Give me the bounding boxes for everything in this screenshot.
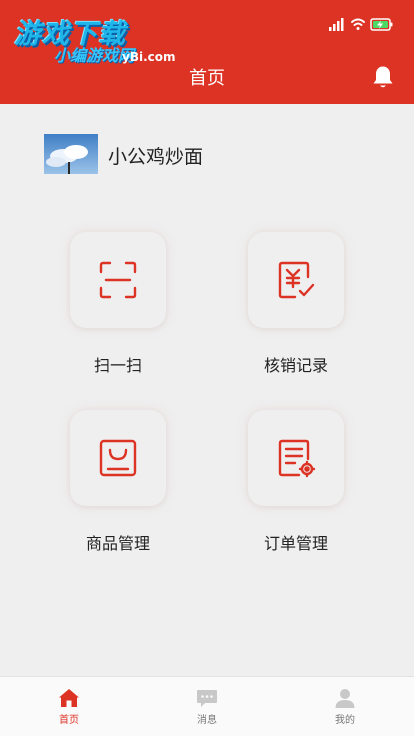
battery-charging-icon <box>370 18 393 31</box>
scan-button[interactable] <box>70 232 166 328</box>
user-icon <box>335 689 355 708</box>
product-management-button[interactable] <box>70 410 166 506</box>
verification-record-label: 核销记录 <box>263 356 328 375</box>
bottom-tab-bar: 首页 消息 我的 <box>0 676 414 736</box>
tab-messages-label: 消息 <box>197 715 217 726</box>
order-management-button[interactable] <box>248 410 344 506</box>
tab-messages[interactable]: 消息 <box>138 677 276 736</box>
signal-icon <box>329 18 344 31</box>
verification-record-icon <box>278 261 315 299</box>
verification-record-button[interactable] <box>248 232 344 328</box>
watermark-logo: 游戏下载 小编游戏网 yBi.com <box>14 12 194 65</box>
store-name: 小公鸡炒面 <box>108 146 204 168</box>
order-management-icon <box>278 439 316 478</box>
bell-icon[interactable] <box>371 64 395 90</box>
scan-label: 扫一扫 <box>93 356 142 375</box>
page-title: 首页 <box>189 68 225 89</box>
wifi-icon <box>351 18 365 30</box>
store-avatar <box>44 134 98 174</box>
home-icon <box>59 689 79 707</box>
tab-home-label: 首页 <box>59 715 79 726</box>
tab-profile[interactable]: 我的 <box>276 677 414 736</box>
app-header: 游戏下载 小编游戏网 yBi.com 首页 <box>0 0 414 104</box>
status-bar-icons <box>329 18 393 31</box>
scan-icon <box>99 261 137 299</box>
tab-profile-label: 我的 <box>335 715 355 726</box>
order-management-label: 订单管理 <box>263 534 328 553</box>
tab-home[interactable]: 首页 <box>0 677 138 736</box>
product-management-label: 商品管理 <box>85 534 150 553</box>
watermark-line-3: yBi.com <box>122 50 176 64</box>
product-management-icon <box>99 439 137 477</box>
message-icon <box>197 690 217 707</box>
